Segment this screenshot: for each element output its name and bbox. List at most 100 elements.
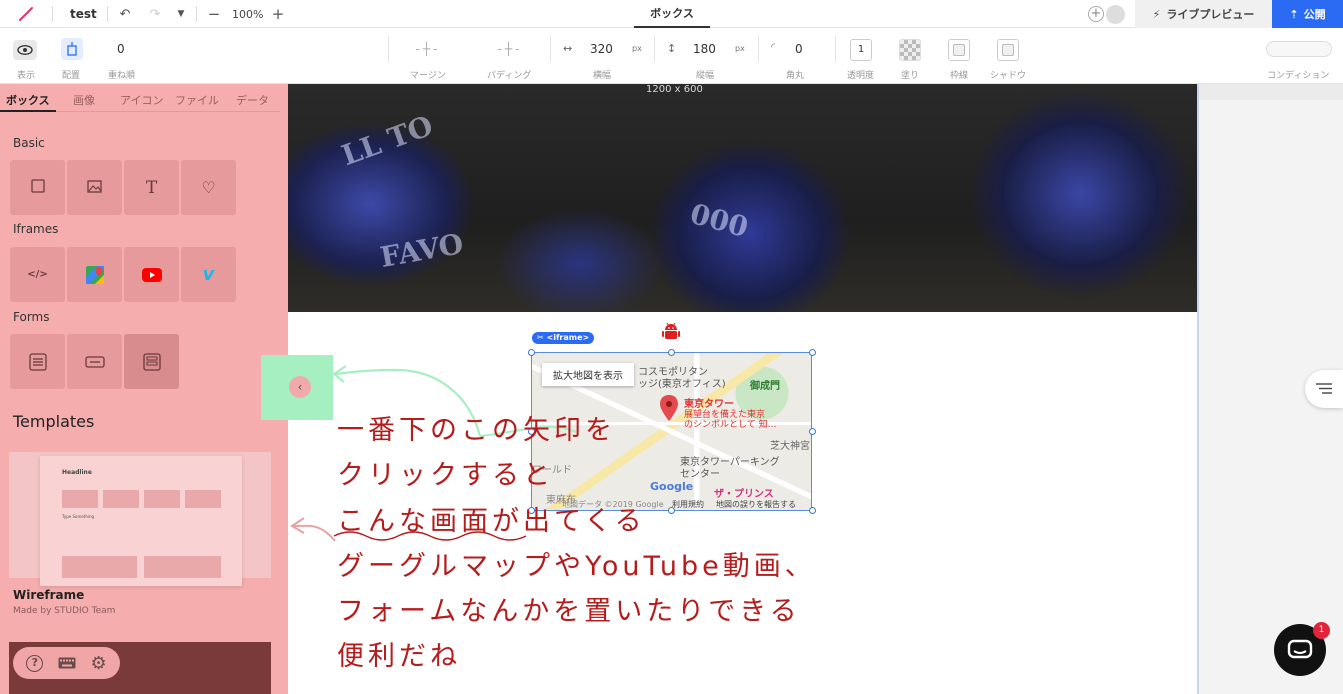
margin-label: マージン xyxy=(410,71,446,81)
android-icon xyxy=(662,322,680,339)
canvas-ruler xyxy=(1199,84,1343,100)
section-basic-title: Basic xyxy=(13,136,45,150)
vimeo-element[interactable]: v xyxy=(181,247,236,302)
zoom-level[interactable]: 100% xyxy=(232,8,263,21)
annotation-line-6: 便利だね xyxy=(337,641,461,672)
margin-control[interactable]: -┼- xyxy=(410,42,446,58)
resize-handle[interactable] xyxy=(809,507,816,514)
tab-data[interactable]: データ xyxy=(236,92,269,108)
condition-toggle[interactable] xyxy=(1266,41,1332,57)
display-label: 表示 xyxy=(17,71,36,81)
chat-unread-badge: 1 xyxy=(1313,622,1330,639)
resize-handle[interactable] xyxy=(809,349,816,356)
divider xyxy=(52,6,53,22)
padding-control[interactable]: -┼- xyxy=(492,42,528,58)
height-unit[interactable]: px xyxy=(735,44,745,53)
dice-decoration: LL TO xyxy=(337,108,438,173)
resize-handle[interactable] xyxy=(528,349,535,356)
help-icon[interactable]: ? xyxy=(26,654,44,672)
google-maps-icon xyxy=(85,265,104,284)
settings-gear-icon[interactable]: ⚙ xyxy=(91,653,107,674)
height-label: 縦幅 xyxy=(696,71,715,81)
divider xyxy=(107,6,108,22)
tab-icon[interactable]: アイコン xyxy=(120,92,163,108)
template-block xyxy=(144,556,221,578)
zoom-in-icon[interactable]: + xyxy=(269,5,287,23)
keyboard-icon[interactable] xyxy=(58,654,76,673)
width-unit[interactable]: px xyxy=(632,44,642,53)
map-terms-link[interactable]: 利用規約 xyxy=(672,499,704,510)
image-size-label: 1200 x 600 xyxy=(646,84,703,95)
condition-label: コンディション xyxy=(1267,71,1330,81)
google-maps-element[interactable] xyxy=(67,247,122,302)
annotation-line-1: 一番下のこの矢印を xyxy=(337,415,616,446)
form-element[interactable] xyxy=(10,334,65,389)
width-value[interactable]: 320 xyxy=(590,42,613,56)
top-bar: test ↶ ↷ ▼ − 100% + ボックス + ⚡ ライブプレビュー ⇡ … xyxy=(0,0,1343,28)
current-element-tab[interactable]: ボックス xyxy=(634,0,710,28)
tab-file[interactable]: ファイル xyxy=(175,92,219,108)
text-element[interactable]: T xyxy=(124,160,179,215)
map-pin-icon[interactable] xyxy=(660,395,678,421)
zoom-out-icon[interactable]: − xyxy=(205,5,223,23)
heart-icon: ♡ xyxy=(201,178,216,197)
box-element[interactable] xyxy=(10,160,65,215)
fill-swatch[interactable] xyxy=(899,39,921,61)
zindex-value[interactable]: 0 xyxy=(117,42,125,56)
wireframe-template-card[interactable]: Headline Type Something xyxy=(40,456,242,586)
template-block xyxy=(62,556,137,578)
form-template-element[interactable] xyxy=(124,334,179,389)
iframe-tag: ✂ <iframe> xyxy=(532,332,595,344)
project-name[interactable]: test xyxy=(70,7,97,21)
templates-title: Templates xyxy=(13,412,95,431)
annotation-line-2: クリックすると xyxy=(337,460,554,491)
eye-icon[interactable] xyxy=(13,40,37,60)
shadow-label: シャドウ xyxy=(990,71,1027,81)
radius-value[interactable]: 0 xyxy=(795,42,803,56)
tab-image[interactable]: 画像 xyxy=(73,92,95,108)
width-arrows-icon: ↔ xyxy=(563,42,573,55)
placement-icon[interactable] xyxy=(61,38,83,60)
undo-icon[interactable]: ↶ xyxy=(116,5,134,23)
height-value[interactable]: 180 xyxy=(693,42,716,56)
layers-button[interactable] xyxy=(1305,370,1343,408)
iframe-tag-label: <iframe> xyxy=(546,333,590,342)
redo-icon[interactable]: ↷ xyxy=(146,5,164,23)
image-element[interactable] xyxy=(67,160,122,215)
code-icon: </> xyxy=(27,269,48,280)
dice-decoration: FAVO xyxy=(377,226,466,275)
border-swatch[interactable] xyxy=(948,39,970,61)
youtube-element[interactable] xyxy=(124,247,179,302)
live-preview-button[interactable]: ⚡ ライブプレビュー xyxy=(1135,0,1272,28)
form-layout-icon xyxy=(142,352,161,371)
icon-element[interactable]: ♡ xyxy=(181,160,236,215)
opacity-label: 透明度 xyxy=(847,71,875,81)
embed-code-element[interactable]: </> xyxy=(10,247,65,302)
text-icon: T xyxy=(145,177,158,198)
studio-logo-icon[interactable] xyxy=(18,6,34,22)
input-element[interactable] xyxy=(67,334,122,389)
list-icon xyxy=(1316,383,1332,394)
publish-button[interactable]: ⇡ 公開 xyxy=(1272,0,1343,28)
help-toolbar: ? ⚙ xyxy=(13,647,120,679)
resize-handle[interactable] xyxy=(809,428,816,435)
history-dropdown-icon[interactable]: ▼ xyxy=(172,5,190,23)
opacity-value[interactable]: 1 xyxy=(850,39,872,61)
tab-box[interactable]: ボックス xyxy=(6,92,50,108)
map-tool-icon: ✂ xyxy=(537,333,547,342)
left-panel: ボックス 画像 アイコン ファイル データ Basic T ♡ Iframes … xyxy=(0,84,288,694)
add-collaborator-icon[interactable]: + xyxy=(1088,6,1104,22)
shadow-preview xyxy=(1002,44,1014,56)
page-edge xyxy=(1197,84,1199,694)
annotation-line-4: グーグルマップやYouTube動画、 xyxy=(337,551,816,582)
template-block xyxy=(103,490,139,508)
hero-image[interactable]: LL TO FAVO 000 1200 x 600 xyxy=(280,84,1197,312)
resize-handle[interactable] xyxy=(668,349,675,356)
resize-handle[interactable] xyxy=(668,507,675,514)
border-preview xyxy=(953,44,965,56)
map-label: センター xyxy=(680,469,720,480)
fill-label: 塗り xyxy=(901,71,920,81)
map-report-link[interactable]: 地図の誤りを報告する xyxy=(716,499,796,510)
shadow-swatch[interactable] xyxy=(997,39,1019,61)
avatar[interactable] xyxy=(1106,5,1125,24)
